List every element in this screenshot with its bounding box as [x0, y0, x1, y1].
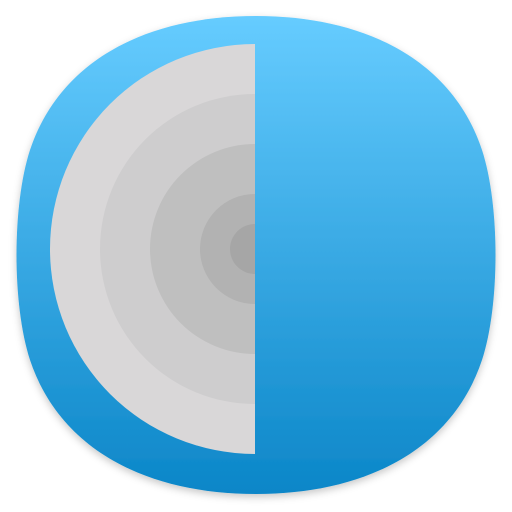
icon-stage — [0, 0, 512, 512]
app-icon[interactable] — [0, 0, 512, 512]
